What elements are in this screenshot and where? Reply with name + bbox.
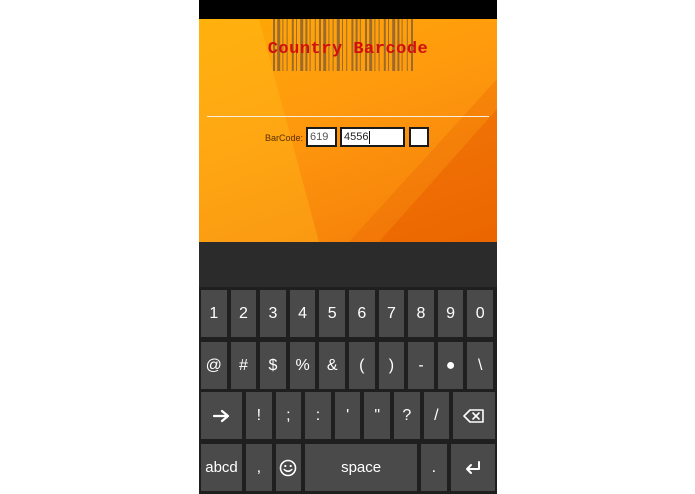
key-ampersand[interactable]: & <box>319 342 345 389</box>
key-label: " <box>374 406 381 424</box>
key-slash[interactable]: / <box>423 392 450 439</box>
enter-key[interactable] <box>451 444 495 491</box>
key-backslash[interactable]: \ <box>467 342 493 389</box>
key-label: ● <box>445 356 456 374</box>
app-area: Country Barcode BarCode: 619 4556 <box>199 19 497 242</box>
key-minus[interactable]: - <box>408 342 434 389</box>
key-5[interactable]: 5 <box>319 290 345 337</box>
key-2[interactable]: 2 <box>230 290 257 337</box>
app-title: Country Barcode <box>267 40 429 59</box>
key-semicolon[interactable]: ; <box>275 392 302 439</box>
key-label: 5 <box>327 304 337 322</box>
key-7[interactable]: 7 <box>378 290 405 337</box>
key-bullet[interactable]: ● <box>437 342 464 389</box>
key-label: 6 <box>357 304 367 322</box>
arrow-right-icon <box>212 408 232 424</box>
country-code-field[interactable]: 619 <box>306 127 337 147</box>
key-label: . <box>431 458 437 476</box>
key-4[interactable]: 4 <box>289 290 316 337</box>
key-label: & <box>326 356 338 374</box>
barcode-input-row: BarCode: 619 4556 <box>199 127 497 149</box>
key-label: / <box>434 406 439 424</box>
key-label: 0 <box>475 304 485 322</box>
status-bar <box>199 0 497 19</box>
barcode-number-field[interactable]: 4556 <box>340 127 405 147</box>
key-label: ' <box>346 406 350 424</box>
backspace-key[interactable] <box>453 392 495 439</box>
key-label: 8 <box>416 304 426 322</box>
key-question[interactable]: ? <box>394 392 420 439</box>
key-label: @ <box>205 356 222 374</box>
on-screen-keyboard: 1 2 3 4 5 6 7 8 9 0 @ # $% & () - ● \!;: ' "? / abcd, space. <box>199 287 497 494</box>
text-caret <box>369 130 371 144</box>
key-6[interactable]: 6 <box>349 290 375 337</box>
key-close-paren[interactable]: ) <box>378 342 405 389</box>
keyboard-suggestion-bar <box>199 242 497 287</box>
key-label: % <box>295 356 310 374</box>
emoji-key[interactable] <box>275 444 302 491</box>
shift-key[interactable] <box>201 392 242 439</box>
key-label: ) <box>388 356 395 374</box>
barcode-number-value: 4556 <box>344 131 369 143</box>
check-digit-field[interactable] <box>409 127 429 147</box>
country-code-value: 619 <box>310 131 329 143</box>
key-colon[interactable]: : <box>305 392 331 439</box>
key-comma[interactable]: , <box>246 444 272 491</box>
key-label: ? <box>402 406 412 424</box>
smiley-icon <box>279 459 297 477</box>
key-apostrophe[interactable]: ' <box>334 392 361 439</box>
phone-screen: Country Barcode BarCode: 619 4556 1 2 3 4 5 6… <box>199 0 497 494</box>
key-label: 3 <box>268 304 278 322</box>
key-label: 4 <box>298 304 308 322</box>
key-3[interactable]: 3 <box>260 290 286 337</box>
key-9[interactable]: 9 <box>437 290 464 337</box>
key-hash[interactable]: # <box>230 342 257 389</box>
key-label: $ <box>268 356 278 374</box>
key-label: 2 <box>238 304 248 322</box>
key-label: ; <box>286 406 291 424</box>
key-quote[interactable]: " <box>364 392 390 439</box>
key-label: abcd <box>205 459 238 476</box>
key-period[interactable]: . <box>421 444 447 491</box>
key-label: , <box>256 458 262 476</box>
key-label: 7 <box>386 304 396 322</box>
key-label: : <box>315 406 321 424</box>
space-key[interactable]: space <box>305 444 417 491</box>
barcode-label: BarCode: <box>265 133 304 143</box>
backspace-icon <box>463 408 485 424</box>
key-label: \ <box>477 356 483 374</box>
key-label: # <box>238 356 248 374</box>
key-label: space <box>341 459 382 476</box>
key-label: 9 <box>446 304 456 322</box>
key-label: ! <box>256 406 262 424</box>
key-8[interactable]: 8 <box>408 290 434 337</box>
abcd-key[interactable]: abcd <box>201 444 242 491</box>
key-dollar[interactable]: $ <box>260 342 286 389</box>
key-label: ( <box>359 356 365 374</box>
key-percent[interactable]: % <box>289 342 316 389</box>
key-1[interactable]: 1 <box>201 290 227 337</box>
key-at[interactable]: @ <box>201 342 227 389</box>
enter-icon <box>464 460 482 476</box>
key-open-paren[interactable]: ( <box>349 342 375 389</box>
key-0[interactable]: 0 <box>467 290 493 337</box>
key-label: - <box>418 356 424 374</box>
key-exclamation[interactable]: ! <box>246 392 272 439</box>
key-label: 1 <box>209 304 219 322</box>
divider <box>207 116 489 117</box>
